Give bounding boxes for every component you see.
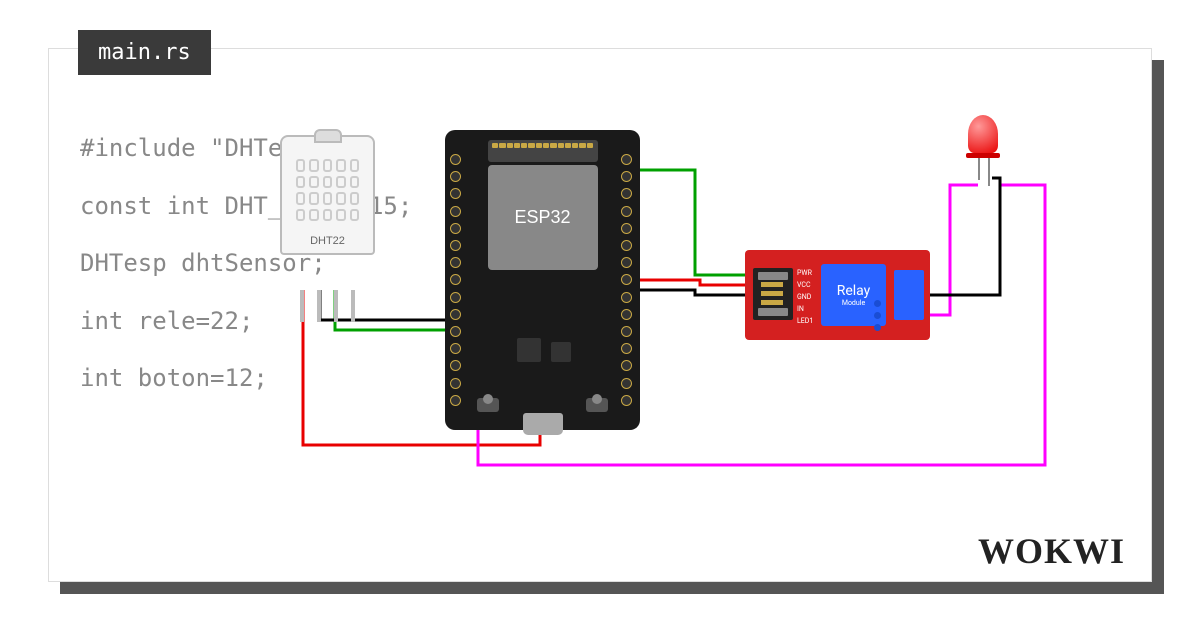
relay-block-title: Relay xyxy=(837,283,871,299)
relay-led1-label: LED1 xyxy=(797,316,813,328)
relay-gnd-label: GND xyxy=(797,292,813,304)
esp32-boot-button[interactable] xyxy=(477,398,499,412)
relay-input-pins xyxy=(761,282,783,305)
relay-vcc-label: VCC xyxy=(797,280,813,292)
led-legs xyxy=(968,158,1000,186)
esp32-pins-right xyxy=(621,154,635,406)
relay-pwr-label: PWR xyxy=(797,268,813,280)
dht22-cap xyxy=(314,129,342,143)
esp32-chip-icon xyxy=(551,342,571,362)
relay-pin-labels: PWR VCC GND IN LED1 xyxy=(797,268,813,327)
led-bulb xyxy=(968,115,998,153)
esp32-en-button[interactable] xyxy=(586,398,608,412)
dht22-pins xyxy=(294,290,361,322)
dht22-body: DHT22 xyxy=(280,135,375,255)
relay-block-subtitle: Module xyxy=(842,299,865,307)
esp32-chip-icon xyxy=(517,338,541,362)
relay-in-label: IN xyxy=(797,304,813,316)
relay-terminal-block xyxy=(894,270,924,320)
wokwi-logo: WOKWI xyxy=(978,530,1125,572)
filename-tab[interactable]: main.rs xyxy=(78,30,211,75)
code-line: int rele=22; xyxy=(80,293,412,351)
dht22-sensor[interactable]: DHT22 xyxy=(280,135,375,290)
esp32-usb-port xyxy=(523,413,563,435)
led-red[interactable] xyxy=(968,115,1000,186)
relay-indicator-dots xyxy=(874,300,881,331)
dht22-grille xyxy=(296,159,359,221)
code-line: int boton=12; xyxy=(80,350,412,408)
relay-module[interactable]: PWR VCC GND IN LED1 Relay Module xyxy=(745,250,930,340)
dht22-label: DHT22 xyxy=(282,235,373,247)
esp32-shield: ESP32 xyxy=(488,165,598,270)
esp32-antenna-dots xyxy=(492,143,593,159)
esp32-pins-left xyxy=(450,154,464,406)
esp32-board[interactable]: ESP32 xyxy=(445,130,640,430)
